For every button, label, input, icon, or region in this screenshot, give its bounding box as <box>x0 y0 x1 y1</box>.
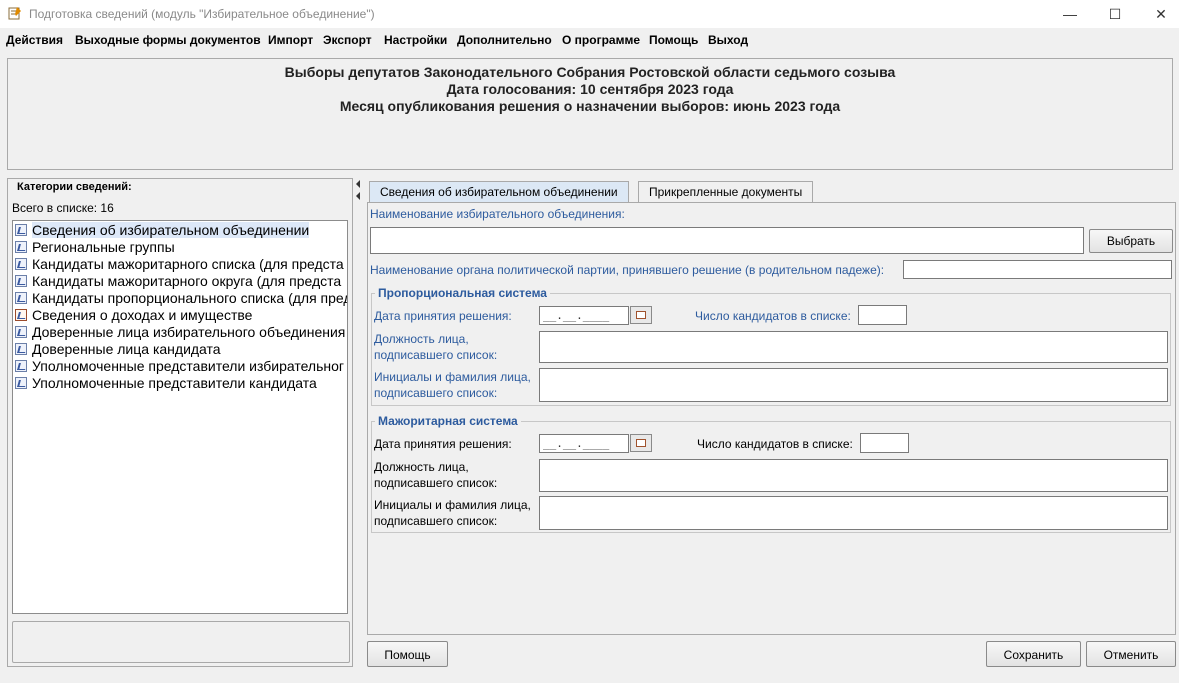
help-button[interactable]: Помощь <box>367 641 448 667</box>
list-item[interactable]: Доверенные лица кандидата <box>15 341 221 358</box>
form-icon <box>15 360 27 372</box>
menu-help[interactable]: Помощь <box>649 33 698 47</box>
save-button[interactable]: Сохранить <box>986 641 1081 667</box>
prop-initials-label-2: подписавшего список: <box>374 386 498 400</box>
prop-count-field[interactable] <box>858 305 907 325</box>
prop-calendar-button[interactable] <box>630 306 652 324</box>
categories-list[interactable]: Сведения об избирательном объединении Ре… <box>12 220 348 614</box>
form-icon <box>15 343 27 355</box>
menu-exit[interactable]: Выход <box>708 33 748 47</box>
form-icon <box>15 241 27 253</box>
form-icon <box>15 275 27 287</box>
tab-attached-documents[interactable]: Прикрепленные документы <box>638 181 814 202</box>
menu-additional[interactable]: Дополнительно <box>457 33 552 47</box>
election-title: Выборы депутатов Законодательного Собран… <box>284 64 896 80</box>
prop-position-label-2: подписавшего список: <box>374 348 498 362</box>
prop-position-label-1: Должность лица, <box>374 332 469 346</box>
form-icon <box>15 258 27 270</box>
association-form: Наименование избирательного объединения:… <box>367 202 1176 635</box>
prop-date-label: Дата принятия решения: <box>374 309 512 323</box>
publication-month: Месяц опубликования решения о назначении… <box>339 98 841 114</box>
party-body-field[interactable] <box>903 260 1172 279</box>
org-name-field[interactable] <box>370 227 1084 254</box>
maj-count-label: Число кандидатов в списке: <box>697 437 853 451</box>
menu-export[interactable]: Экспорт <box>323 33 372 47</box>
prop-initials-label-1: Инициалы и фамилия лица, <box>374 370 531 384</box>
menu-bar: Действия Выходные формы документов Импор… <box>0 29 1179 51</box>
list-item[interactable]: Доверенные лица избирательного объединен… <box>15 324 345 341</box>
form-icon <box>15 326 27 338</box>
list-item[interactable]: Региональные группы <box>15 239 175 256</box>
prop-count-label: Число кандидатов в списке: <box>695 309 851 323</box>
menu-import[interactable]: Импорт <box>268 33 313 47</box>
menu-about[interactable]: О программе <box>562 33 640 47</box>
form-icon <box>15 292 27 304</box>
majoritarian-title: Мажоритарная система <box>375 414 521 428</box>
app-icon <box>8 7 21 20</box>
form-icon <box>15 224 27 236</box>
maximize-button[interactable]: ☐ <box>1092 0 1138 28</box>
list-item[interactable]: Кандидаты мажоритарного списка (для пред… <box>15 256 344 273</box>
party-body-label: Наименование органа политической партии,… <box>370 263 885 277</box>
maj-date-field[interactable]: __.__.____ <box>539 434 629 453</box>
prop-initials-field[interactable] <box>539 368 1168 402</box>
list-item[interactable]: Уполномоченные представители избирательн… <box>15 358 344 375</box>
categories-panel: Категории сведений: Всего в списке: 16 С… <box>7 178 353 667</box>
splitter[interactable] <box>355 178 363 667</box>
title-bar: Подготовка сведений (модуль "Избирательн… <box>0 0 1179 28</box>
list-item[interactable]: Сведения о доходах и имуществе <box>15 307 252 324</box>
calendar-icon <box>636 439 646 447</box>
maj-count-field[interactable] <box>860 433 909 453</box>
calendar-icon <box>636 311 646 319</box>
maj-calendar-button[interactable] <box>630 434 652 452</box>
maj-position-field[interactable] <box>539 459 1168 492</box>
election-header: Выборы депутатов Законодательного Собран… <box>7 58 1173 170</box>
left-bottom-panel <box>12 621 350 663</box>
maj-position-label-1: Должность лица, <box>374 460 469 474</box>
prop-position-field[interactable] <box>539 331 1168 363</box>
maj-date-label: Дата принятия решения: <box>374 437 512 451</box>
form-icon <box>15 377 27 389</box>
maj-initials-field[interactable] <box>539 496 1168 530</box>
list-item[interactable]: Уполномоченные представители кандидата <box>15 375 317 392</box>
voting-date: Дата голосования: 10 сентября 2023 года <box>446 81 734 97</box>
maj-initials-label-2: подписавшего список: <box>374 514 498 528</box>
close-button[interactable]: ✕ <box>1138 0 1179 28</box>
menu-output-forms[interactable]: Выходные формы документов <box>75 33 261 47</box>
document-icon <box>15 309 27 321</box>
minimize-button[interactable]: — <box>1047 0 1093 28</box>
categories-title: Категории сведений: <box>15 181 134 193</box>
tab-association-info[interactable]: Сведения об избирательном объединении <box>369 181 629 203</box>
list-item[interactable]: Кандидаты пропорционального списка (для … <box>15 290 347 307</box>
cancel-button[interactable]: Отменить <box>1086 641 1176 667</box>
menu-actions[interactable]: Действия <box>6 33 63 47</box>
proportional-title: Пропорциональная система <box>375 286 550 300</box>
list-count: Всего в списке: 16 <box>12 201 114 215</box>
choose-button[interactable]: Выбрать <box>1089 229 1173 253</box>
prop-date-field[interactable]: __.__.____ <box>539 306 629 325</box>
menu-settings[interactable]: Настройки <box>384 33 447 47</box>
org-name-label: Наименование избирательного объединения: <box>370 207 625 221</box>
window-title: Подготовка сведений (модуль "Избирательн… <box>29 7 375 21</box>
collapse-arrows-icon[interactable] <box>355 180 363 202</box>
maj-initials-label-1: Инициалы и фамилия лица, <box>374 498 531 512</box>
list-item[interactable]: Кандидаты мажоритарного округа (для пред… <box>15 273 341 290</box>
list-item[interactable]: Сведения об избирательном объединении <box>15 222 310 239</box>
maj-position-label-2: подписавшего список: <box>374 476 498 490</box>
